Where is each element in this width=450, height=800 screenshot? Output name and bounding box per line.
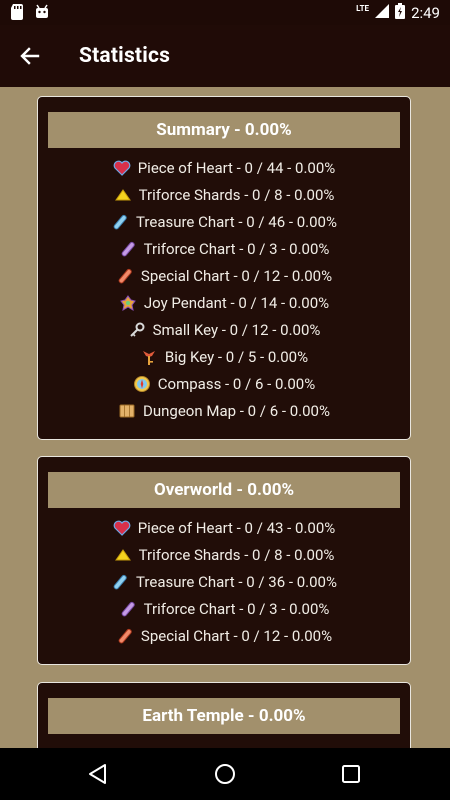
stats-card-earth-temple: Earth Temple - 0.00%: [37, 682, 411, 748]
heart-icon: [113, 519, 131, 537]
heart-icon: [113, 159, 131, 177]
stats-list[interactable]: Summary - 0.00% Piece of Heart - 0 / 44 …: [0, 87, 450, 748]
compass-icon: [133, 375, 151, 393]
small-key-icon: [128, 321, 146, 339]
list-item: Dungeon Map - 0 / 6 - 0.00%: [38, 397, 410, 424]
triforce-shard-icon: [114, 186, 132, 204]
card-title: Overworld - 0.00%: [48, 472, 400, 508]
list-item: Special Chart - 0 / 12 - 0.00%: [38, 262, 410, 289]
list-item: Triforce Shards - 0 / 8 - 0.00%: [38, 181, 410, 208]
special-chart-icon: [116, 267, 134, 285]
list-item: Compass - 0 / 6 - 0.00%: [38, 370, 410, 397]
nav-back-button[interactable]: [86, 762, 110, 786]
back-button[interactable]: [14, 40, 46, 72]
signal-icon: [375, 4, 390, 22]
list-item: Piece of Heart - 0 / 43 - 0.00%: [38, 514, 410, 541]
special-chart-icon: [116, 627, 134, 645]
stats-card-summary: Summary - 0.00% Piece of Heart - 0 / 44 …: [37, 96, 411, 440]
list-item: Joy Pendant - 0 / 14 - 0.00%: [38, 289, 410, 316]
sd-card-icon: [10, 4, 24, 24]
joy-pendant-icon: [119, 294, 137, 312]
stats-card-overworld: Overworld - 0.00% Piece of Heart - 0 / 4…: [37, 456, 411, 665]
page-title: Statistics: [79, 44, 171, 68]
dungeon-map-icon: [118, 402, 136, 420]
treasure-chart-icon: [111, 213, 129, 231]
triforce-shard-icon: [114, 546, 132, 564]
android-icon: [34, 4, 50, 24]
list-item: Triforce Chart - 0 / 3 - 0.00%: [38, 595, 410, 622]
navigation-bar: [0, 748, 450, 800]
triforce-chart-icon: [119, 240, 137, 258]
list-item: Triforce Chart - 0 / 3 - 0.00%: [38, 235, 410, 262]
triforce-chart-icon: [119, 600, 137, 618]
list-item: Treasure Chart - 0 / 36 - 0.00%: [38, 568, 410, 595]
square-recents-icon: [342, 765, 360, 783]
list-item: Special Chart - 0 / 12 - 0.00%: [38, 622, 410, 649]
lte-label: LTE: [356, 4, 370, 13]
arrow-left-icon: [20, 47, 40, 65]
card-title: Summary - 0.00%: [48, 112, 400, 148]
nav-home-button[interactable]: [213, 762, 237, 786]
nav-recents-button[interactable]: [339, 762, 363, 786]
app-bar: Statistics: [0, 25, 450, 87]
status-bar: LTE 2:49: [0, 0, 450, 25]
list-item: Treasure Chart - 0 / 46 - 0.00%: [38, 208, 410, 235]
treasure-chart-icon: [111, 573, 129, 591]
list-item: Big Key - 0 / 5 - 0.00%: [38, 343, 410, 370]
circle-home-icon: [215, 764, 235, 784]
list-item: Triforce Shards - 0 / 8 - 0.00%: [38, 541, 410, 568]
card-title: Earth Temple - 0.00%: [48, 698, 400, 734]
list-item: Small Key - 0 / 12 - 0.00%: [38, 316, 410, 343]
triangle-back-icon: [89, 764, 106, 784]
battery-icon: [395, 3, 406, 23]
clock: 2:49: [411, 4, 440, 22]
list-item: Piece of Heart - 0 / 44 - 0.00%: [38, 154, 410, 181]
big-key-icon: [140, 348, 158, 366]
